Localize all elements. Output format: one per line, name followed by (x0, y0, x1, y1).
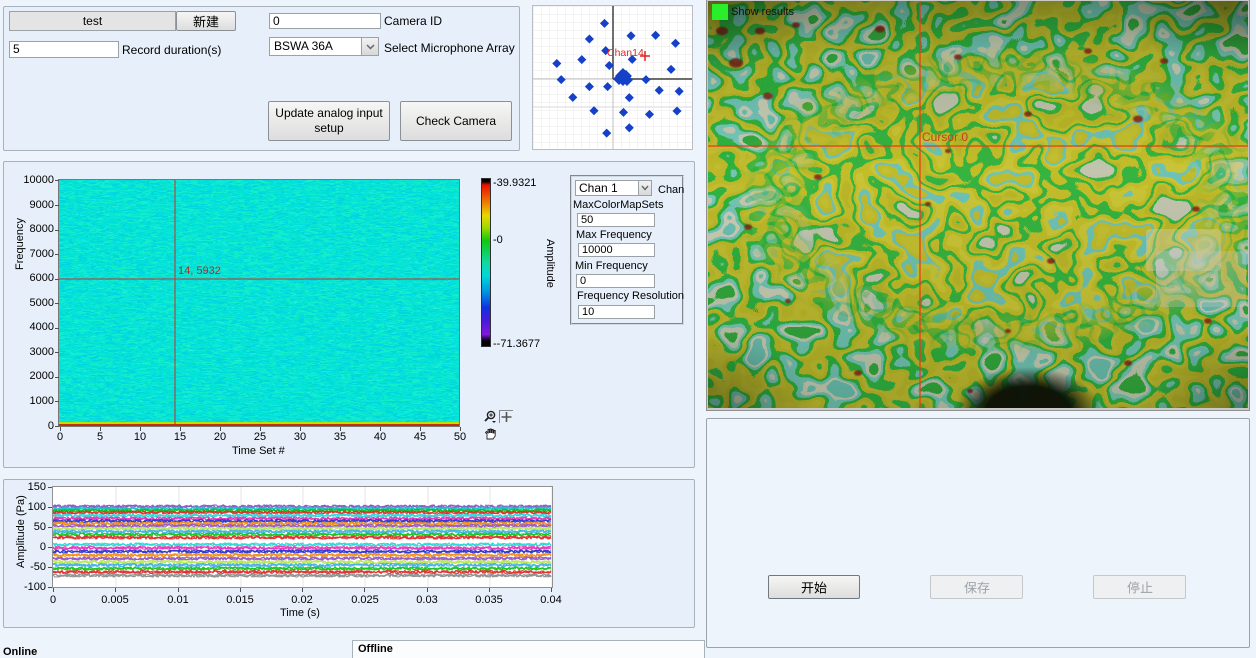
svg-text:14, 5932: 14, 5932 (178, 265, 221, 277)
svg-text:Cursor 0: Cursor 0 (922, 130, 968, 144)
svg-text:Show results: Show results (731, 6, 794, 18)
svg-text:Chan14: Chan14 (607, 47, 644, 59)
